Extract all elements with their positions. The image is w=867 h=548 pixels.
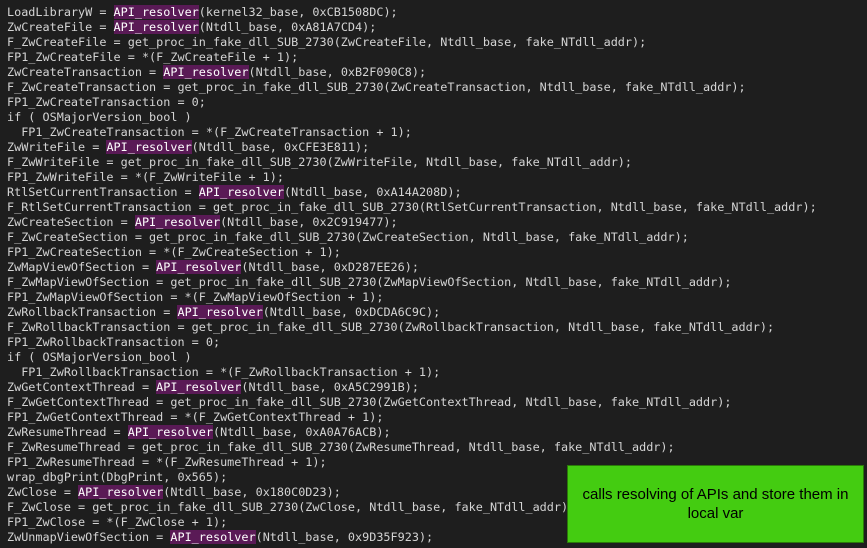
api-resolver-highlight: API_resolver <box>156 260 242 274</box>
api-resolver-highlight: API_resolver <box>177 305 263 319</box>
code-line[interactable]: ZwCreateFile = API_resolver(Ntdll_base, … <box>7 20 376 35</box>
api-resolver-highlight: API_resolver <box>106 140 192 154</box>
code-line[interactable]: F_ZwCreateFile = get_proc_in_fake_dll_SU… <box>7 35 646 50</box>
code-line[interactable]: ZwCreateTransaction = API_resolver(Ntdll… <box>7 65 426 80</box>
code-line[interactable]: F_ZwMapViewOfSection = get_proc_in_fake_… <box>7 275 731 290</box>
api-resolver-highlight: API_resolver <box>127 425 213 439</box>
code-line[interactable]: FP1_ZwCreateTransaction = *(F_ZwCreateTr… <box>7 125 412 140</box>
code-line[interactable]: FP1_ZwClose = *(F_ZwClose + 1); <box>7 515 227 530</box>
code-line[interactable]: FP1_ZwCreateSection = *(F_ZwCreateSectio… <box>7 245 341 260</box>
code-line[interactable]: if ( OSMajorVersion_bool ) <box>7 350 192 365</box>
api-resolver-highlight: API_resolver <box>163 65 249 79</box>
code-line[interactable]: FP1_ZwResumeThread = *(F_ZwResumeThread … <box>7 455 327 470</box>
code-line[interactable]: F_ZwCreateSection = get_proc_in_fake_dll… <box>7 230 689 245</box>
api-resolver-highlight: API_resolver <box>170 530 256 544</box>
api-resolver-highlight: API_resolver <box>198 185 284 199</box>
api-resolver-highlight: API_resolver <box>113 20 199 34</box>
code-line[interactable]: wrap_dbgPrint(DbgPrint, 0x565); <box>7 470 227 485</box>
code-line[interactable]: ZwWriteFile = API_resolver(Ntdll_base, 0… <box>7 140 369 155</box>
code-line[interactable]: ZwClose = API_resolver(Ntdll_base, 0x180… <box>7 485 341 500</box>
code-line[interactable]: FP1_ZwRollbackTransaction = *(F_ZwRollba… <box>7 365 440 380</box>
code-line[interactable]: ZwResumeThread = API_resolver(Ntdll_base… <box>7 425 391 440</box>
code-line[interactable]: FP1_ZwMapViewOfSection = *(F_ZwMapViewOf… <box>7 290 383 305</box>
api-resolver-highlight: API_resolver <box>113 5 199 19</box>
code-line[interactable]: LoadLibraryW = API_resolver(kernel32_bas… <box>7 5 398 20</box>
code-line[interactable]: F_ZwCreateTransaction = get_proc_in_fake… <box>7 80 746 95</box>
api-resolver-highlight: API_resolver <box>134 215 221 229</box>
code-line[interactable]: FP1_ZwRollbackTransaction = 0; <box>7 335 220 350</box>
code-line[interactable]: ZwGetContextThread = API_resolver(Ntdll_… <box>7 380 419 395</box>
annotation-text: calls resolving of APIs and store them i… <box>582 486 849 522</box>
code-line[interactable]: ZwRollbackTransaction = API_resolver(Ntd… <box>7 305 440 320</box>
api-resolver-highlight: API_resolver <box>78 485 164 499</box>
code-line[interactable]: FP1_ZwWriteFile = *(F_ZwWriteFile + 1); <box>7 170 284 185</box>
api-resolver-highlight: API_resolver <box>156 380 242 394</box>
code-line[interactable]: F_ZwRollbackTransaction = get_proc_in_fa… <box>7 320 774 335</box>
code-line[interactable]: FP1_ZwCreateFile = *(F_ZwCreateFile + 1)… <box>7 50 298 65</box>
code-line[interactable]: F_RtlSetCurrentTransaction = get_proc_in… <box>7 200 817 215</box>
code-line[interactable]: RtlSetCurrentTransaction = API_resolver(… <box>7 185 462 200</box>
code-line[interactable]: FP1_ZwGetContextThread = *(F_ZwGetContex… <box>7 410 383 425</box>
code-line[interactable]: F_ZwClose = get_proc_in_fake_dll_SUB_273… <box>7 500 575 515</box>
code-line[interactable]: ZwCreateSection = API_resolver(Ntdll_bas… <box>7 215 398 230</box>
code-line[interactable]: F_ZwResumeThread = get_proc_in_fake_dll_… <box>7 440 675 455</box>
annotation-callout: calls resolving of APIs and store them i… <box>567 465 864 543</box>
code-line[interactable]: F_ZwGetContextThread = get_proc_in_fake_… <box>7 395 731 410</box>
code-line[interactable]: F_ZwWriteFile = get_proc_in_fake_dll_SUB… <box>7 155 632 170</box>
code-line[interactable]: ZwMapViewOfSection = API_resolver(Ntdll_… <box>7 260 419 275</box>
code-line[interactable]: if ( OSMajorVersion_bool ) <box>7 110 192 125</box>
code-line[interactable]: ZwUnmapViewOfSection = API_resolver(Ntdl… <box>7 530 433 545</box>
code-line[interactable]: FP1_ZwCreateTransaction = 0; <box>7 95 206 110</box>
